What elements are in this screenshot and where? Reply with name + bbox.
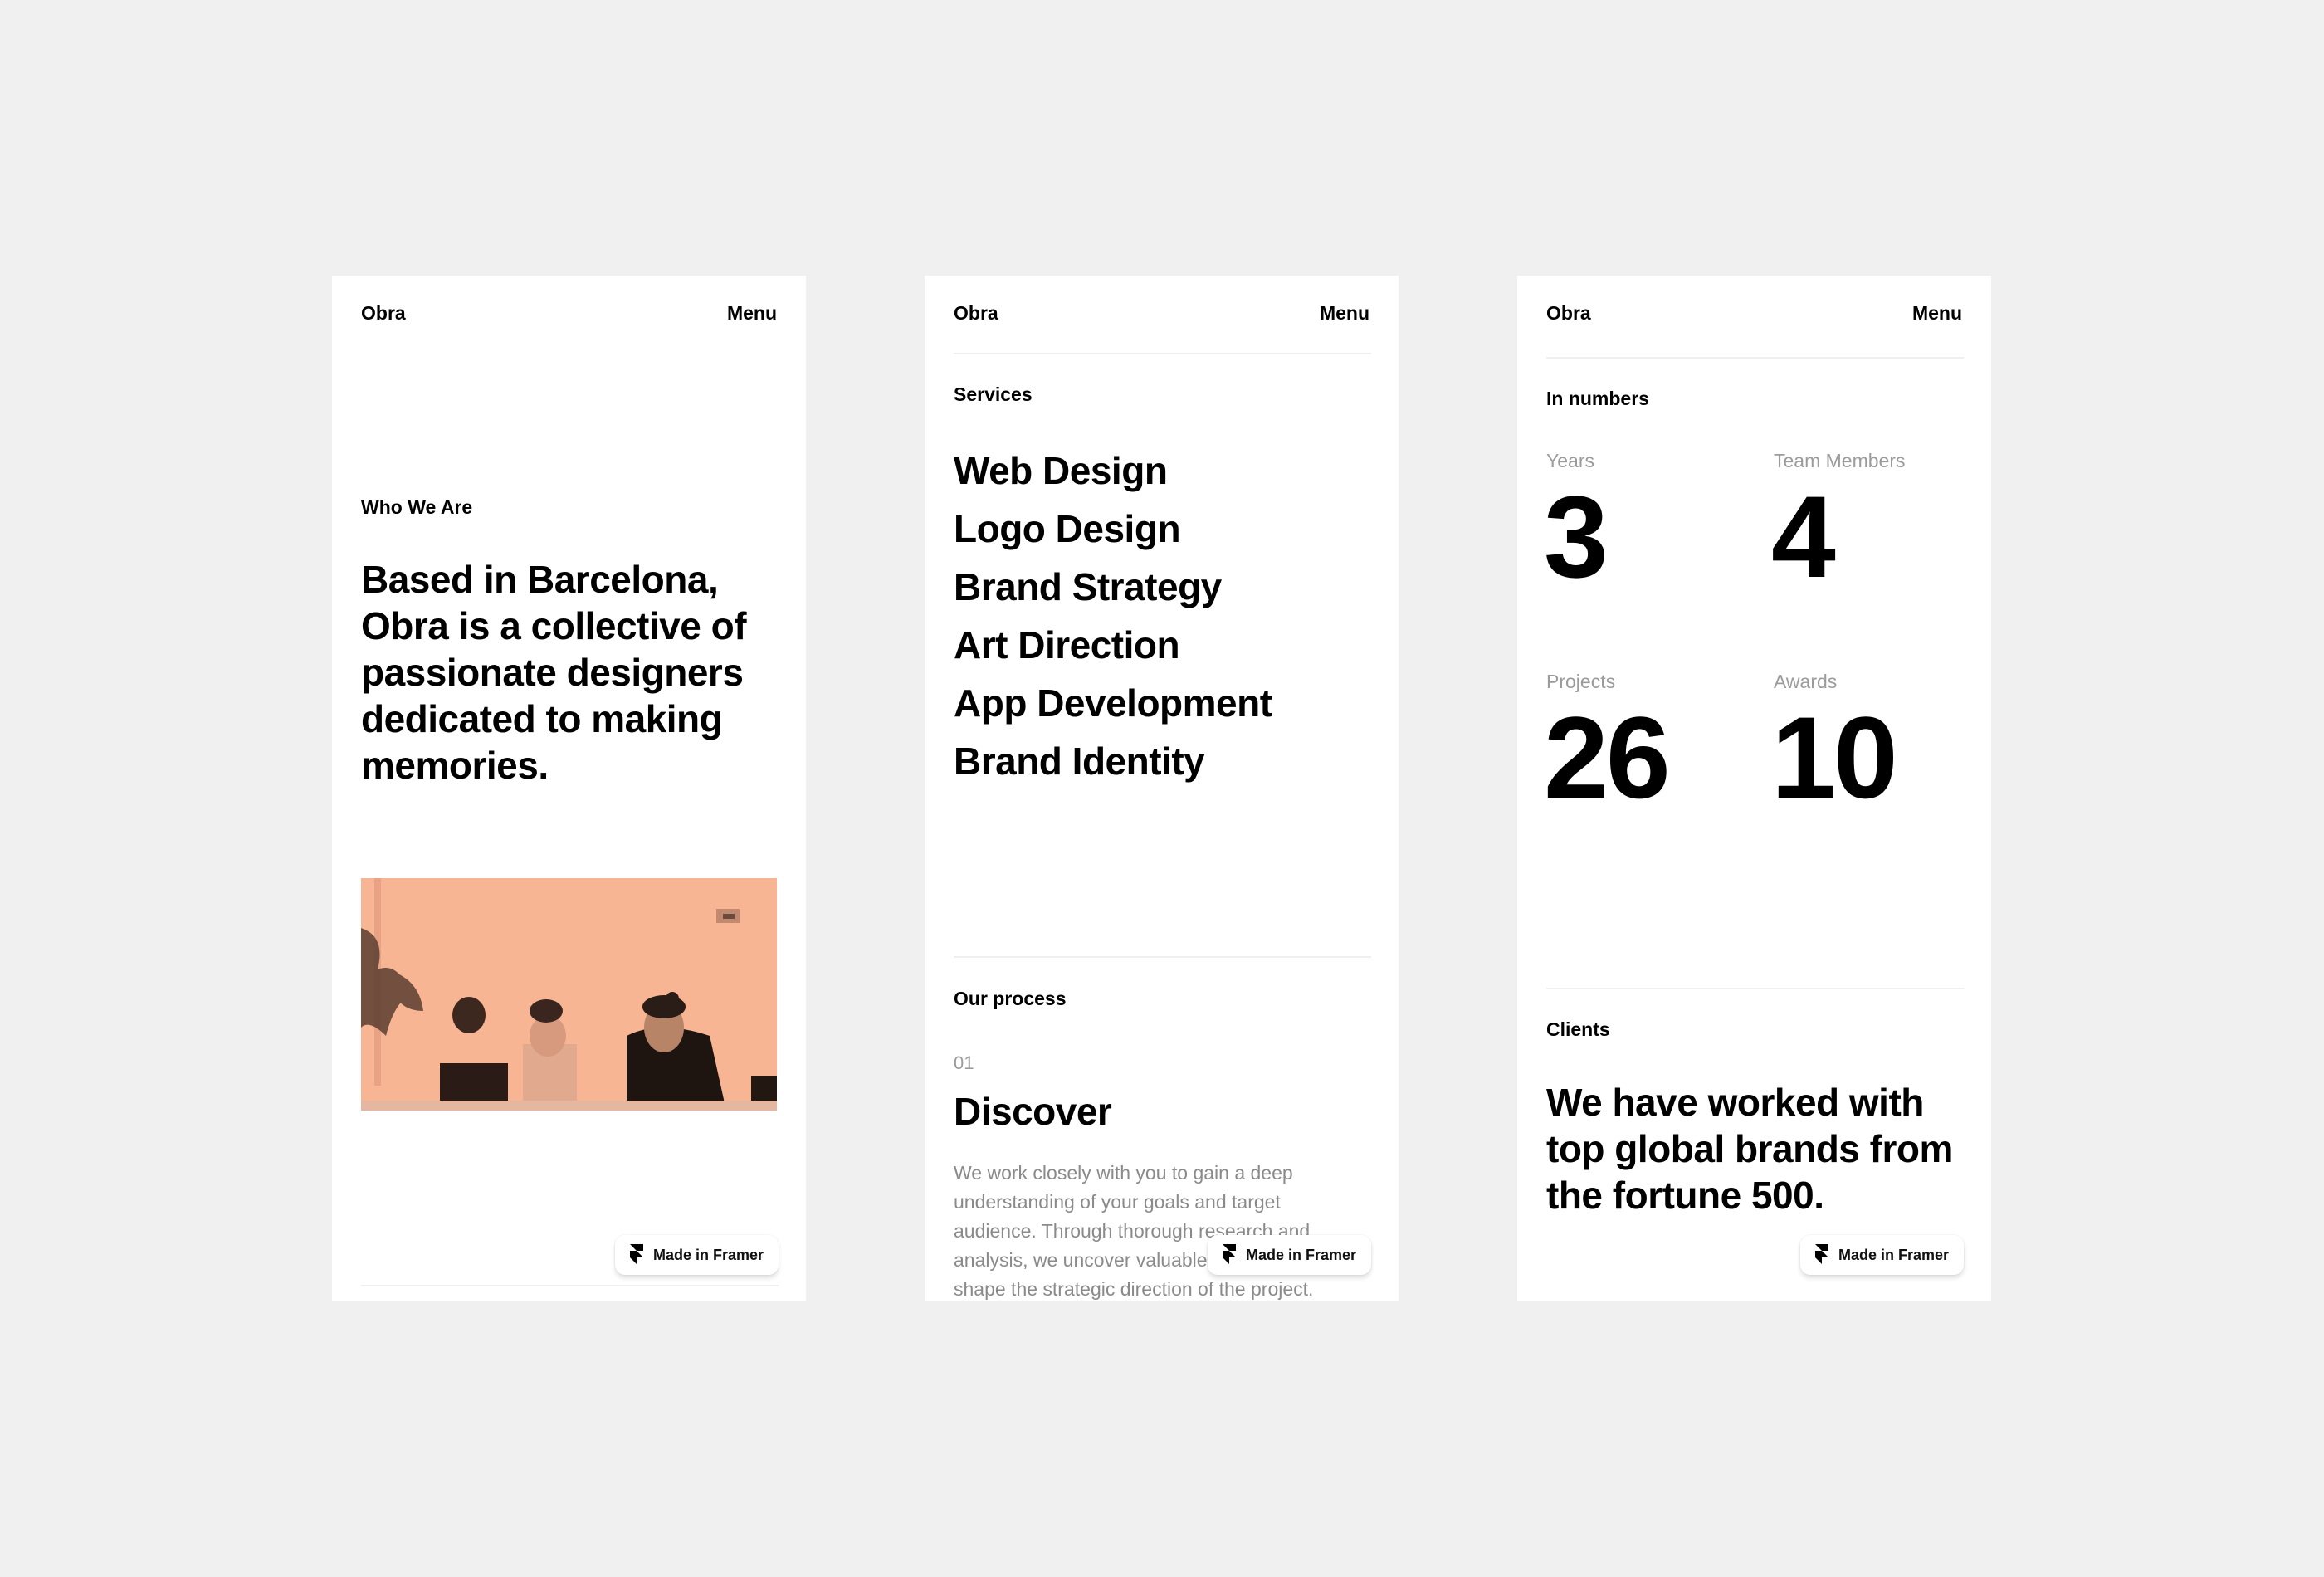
menu-button[interactable]: Menu: [1320, 302, 1370, 325]
service-item[interactable]: Logo Design: [954, 500, 1272, 558]
framer-logo-icon: [629, 1244, 643, 1264]
framer-logo-icon: [1814, 1244, 1828, 1264]
team-photo: [361, 878, 777, 1111]
made-in-framer-label: Made in Framer: [652, 1246, 764, 1263]
menu-button[interactable]: Menu: [727, 302, 777, 325]
section-label-about: Who We Are: [361, 496, 473, 518]
header-divider: [1546, 357, 1964, 359]
footer-divider: [361, 1285, 779, 1286]
section-label-services: Services: [954, 383, 1033, 405]
about-lead-text: Based in Barcelona, Obra is a collective…: [361, 558, 747, 787]
made-in-framer-label: Made in Framer: [1245, 1246, 1356, 1263]
made-in-framer-badge[interactable]: Made in Framer: [614, 1235, 779, 1275]
service-item[interactable]: Web Design: [954, 442, 1272, 500]
process-step-body: We work closely with you to gain a deep …: [954, 1162, 1315, 1300]
screen-services: Obra Menu Services Web Design Logo Desig…: [925, 276, 1399, 1301]
process-step-number: 01: [954, 1052, 974, 1073]
stat-label-team: Team Members: [1774, 450, 1906, 471]
stat-value-projects: 26: [1544, 692, 1671, 823]
stat-value-team: 4: [1771, 471, 1836, 602]
section-label-numbers: In numbers: [1546, 388, 1649, 409]
brand-logo[interactable]: Obra: [954, 302, 998, 325]
service-item[interactable]: Art Direction: [954, 616, 1272, 674]
screen-about: Obra Menu Who We Are Based in Barcelona,…: [332, 276, 806, 1301]
clients-divider: [1546, 988, 1964, 989]
team-photo-illustration: [361, 878, 777, 1111]
process-step-title: Discover: [954, 1090, 1112, 1133]
service-item[interactable]: Brand Strategy: [954, 558, 1272, 616]
menu-button[interactable]: Menu: [1912, 302, 1962, 325]
header-divider: [954, 353, 1371, 354]
clients-lead-text: We have worked with top global brands fr…: [1546, 1081, 1953, 1217]
stat-value-awards: 10: [1771, 692, 1898, 823]
made-in-framer-label: Made in Framer: [1838, 1246, 1949, 1263]
stat-label-awards: Awards: [1774, 671, 1838, 692]
stat-value-years: 3: [1544, 471, 1609, 602]
made-in-framer-badge[interactable]: Made in Framer: [1799, 1235, 1964, 1275]
process-divider: [954, 956, 1371, 958]
services-list: Web Design Logo Design Brand Strategy Ar…: [954, 442, 1272, 790]
brand-logo[interactable]: Obra: [361, 302, 406, 325]
section-label-clients: Clients: [1546, 1018, 1610, 1040]
service-item[interactable]: App Development: [954, 674, 1272, 732]
brand-logo[interactable]: Obra: [1546, 302, 1591, 325]
service-item[interactable]: Brand Identity: [954, 732, 1272, 790]
section-label-process: Our process: [954, 988, 1067, 1009]
screen-numbers: Obra Menu In numbers Years 3 Team Member…: [1517, 276, 1991, 1301]
stat-label-years: Years: [1546, 450, 1594, 471]
framer-logo-icon: [1222, 1244, 1236, 1264]
made-in-framer-badge[interactable]: Made in Framer: [1207, 1235, 1371, 1275]
stat-label-projects: Projects: [1546, 671, 1616, 692]
